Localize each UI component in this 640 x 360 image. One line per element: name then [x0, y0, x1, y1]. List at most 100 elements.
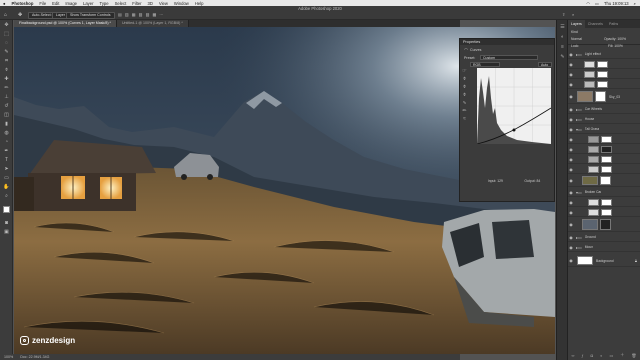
- output-value[interactable]: Output: 84: [524, 179, 540, 183]
- layer-row[interactable]: ◉ ▸▭ Moun: [568, 243, 640, 252]
- eyedropper-tool-icon[interactable]: ⌽: [3, 67, 10, 73]
- type-tool-icon[interactable]: T: [3, 157, 10, 163]
- layer-mask[interactable]: [600, 219, 611, 230]
- layer-mask[interactable]: [601, 165, 612, 173]
- layer-mask[interactable]: [600, 176, 611, 185]
- hand-tool-icon[interactable]: ✋: [3, 184, 10, 190]
- search-icon[interactable]: ⌕: [634, 1, 636, 6]
- layer-mask[interactable]: [597, 80, 608, 88]
- gradient-tool-icon[interactable]: ▮: [3, 121, 10, 127]
- menu-help[interactable]: Help: [195, 1, 204, 6]
- history-icon[interactable]: ☰: [559, 24, 566, 30]
- visibility-eye-icon[interactable]: ◉: [568, 190, 574, 195]
- menu-type[interactable]: Type: [100, 1, 109, 6]
- layer-row[interactable]: ◉: [568, 80, 640, 89]
- adjustments-icon[interactable]: ◐: [559, 34, 566, 40]
- marquee-tool-icon[interactable]: ⬚: [3, 31, 10, 37]
- fill-field[interactable]: Fill: 100%: [608, 44, 623, 48]
- home-icon[interactable]: ⌂: [4, 12, 7, 18]
- visibility-eye-icon[interactable]: ◉: [568, 157, 574, 162]
- menu-filter[interactable]: Filter: [132, 1, 141, 6]
- visibility-eye-icon[interactable]: ◉: [568, 94, 574, 99]
- layer-row[interactable]: ◉: [568, 70, 640, 79]
- layer-mask[interactable]: [597, 60, 608, 68]
- eyedropper-white-icon[interactable]: ⌽: [462, 93, 467, 98]
- eyedropper-gray-icon[interactable]: ⌽: [462, 85, 467, 90]
- visibility-eye-icon[interactable]: ◉: [568, 127, 574, 132]
- visibility-eye-icon[interactable]: ◉: [568, 222, 574, 227]
- layer-row[interactable]: ◉: [568, 145, 640, 154]
- visibility-eye-icon[interactable]: ◉: [568, 245, 574, 250]
- stamp-tool-icon[interactable]: ⊥: [3, 94, 10, 100]
- layer-row[interactable]: ◉ ▾▭ Broken Car: [568, 188, 640, 197]
- visibility-eye-icon[interactable]: ◉: [568, 167, 574, 172]
- menu-layer[interactable]: Layer: [83, 1, 93, 6]
- layer-row[interactable]: ◉: [568, 198, 640, 207]
- layer-row[interactable]: ◉ ▸▭ Car Wheels: [568, 105, 640, 114]
- show-transform-checkbox[interactable]: Show Transform Controls: [66, 12, 115, 19]
- visibility-eye-icon[interactable]: ◉: [568, 258, 574, 263]
- layer-row[interactable]: ◉: [568, 208, 640, 217]
- shape-tool-icon[interactable]: ▭: [3, 175, 10, 181]
- layer-mask[interactable]: [601, 155, 612, 163]
- layer-row[interactable]: ◉ Background 🔒︎: [568, 255, 640, 267]
- visibility-eye-icon[interactable]: ◉: [568, 82, 574, 87]
- eyedropper-black-icon[interactable]: ⌽: [462, 77, 467, 82]
- auto-button[interactable]: Auto: [538, 62, 552, 67]
- visibility-eye-icon[interactable]: ◉: [568, 52, 574, 57]
- tab-paths[interactable]: Paths: [606, 20, 621, 28]
- layer-row[interactable]: ◉: [568, 218, 640, 232]
- layer-mask[interactable]: [595, 91, 606, 102]
- pen-tool-icon[interactable]: ✒: [3, 148, 10, 154]
- eraser-tool-icon[interactable]: ◫: [3, 112, 10, 118]
- menu-select[interactable]: Select: [115, 1, 127, 6]
- layer-row[interactable]: ◉: [568, 135, 640, 144]
- link-icon[interactable]: ∞: [572, 353, 575, 358]
- visibility-eye-icon[interactable]: ◉: [568, 107, 574, 112]
- blend-mode-dropdown[interactable]: Normal: [571, 37, 582, 41]
- tab-channels[interactable]: Channels: [585, 20, 606, 28]
- visibility-eye-icon[interactable]: ◉: [568, 147, 574, 152]
- layer-row[interactable]: ◉ ▸▭ Light effect: [568, 50, 640, 59]
- quick-mask-icon[interactable]: ◙: [3, 220, 10, 226]
- layer-row[interactable]: ◉ ▸▭ Ground: [568, 233, 640, 242]
- move-tool-icon[interactable]: ✥: [18, 12, 22, 18]
- quick-select-tool-icon[interactable]: ✎: [3, 49, 10, 55]
- adjustment-layer-icon[interactable]: ◐: [600, 353, 602, 358]
- target-adjust-icon[interactable]: ☞: [462, 69, 467, 74]
- dodge-tool-icon[interactable]: ◔: [3, 139, 10, 145]
- visibility-eye-icon[interactable]: ◉: [568, 235, 574, 240]
- tab-layers[interactable]: Layers: [568, 20, 585, 28]
- mask-icon[interactable]: ◘: [591, 353, 593, 358]
- search-workspace-icon[interactable]: ⌕: [572, 12, 574, 17]
- visibility-eye-icon[interactable]: ◉: [568, 62, 574, 67]
- foreground-color-swatch[interactable]: [3, 206, 10, 213]
- menu-view[interactable]: View: [159, 1, 168, 6]
- layer-mask[interactable]: [601, 208, 612, 216]
- visibility-eye-icon[interactable]: ◉: [568, 210, 574, 215]
- layer-row[interactable]: ◉: [568, 60, 640, 69]
- brushes-icon[interactable]: ✎: [559, 54, 566, 60]
- battery-icon[interactable]: ▭: [595, 1, 599, 6]
- visibility-eye-icon[interactable]: ◉: [568, 178, 574, 183]
- tab-finalbackground[interactable]: Finalbackground.psd @ 100% (Curves 1, La…: [14, 20, 117, 27]
- new-group-icon[interactable]: ▭: [610, 353, 614, 358]
- pencil-icon[interactable]: ✏: [462, 109, 467, 114]
- visibility-eye-icon[interactable]: ◉: [568, 200, 574, 205]
- new-layer-icon[interactable]: ＋: [620, 352, 624, 358]
- menu-file[interactable]: File: [39, 1, 46, 6]
- crop-tool-icon[interactable]: ⌗: [3, 58, 10, 64]
- visibility-eye-icon[interactable]: ◉: [568, 117, 574, 122]
- layer-row[interactable]: ◉: [568, 155, 640, 164]
- smooth-icon[interactable]: ≈: [462, 117, 467, 122]
- visibility-eye-icon[interactable]: ◉: [568, 72, 574, 77]
- blur-tool-icon[interactable]: ◍: [3, 130, 10, 136]
- opacity-field[interactable]: Opacity: 100%: [604, 37, 626, 41]
- menu-edit[interactable]: Edit: [52, 1, 59, 6]
- path-select-icon[interactable]: ➤: [3, 166, 10, 172]
- layer-mask[interactable]: [597, 70, 608, 78]
- layer-row[interactable]: ◉: [568, 165, 640, 174]
- layer-mask[interactable]: [601, 145, 612, 153]
- layer-row[interactable]: ◉ Sky_03: [568, 90, 640, 104]
- zoom-tool-icon[interactable]: ⌕: [3, 193, 10, 199]
